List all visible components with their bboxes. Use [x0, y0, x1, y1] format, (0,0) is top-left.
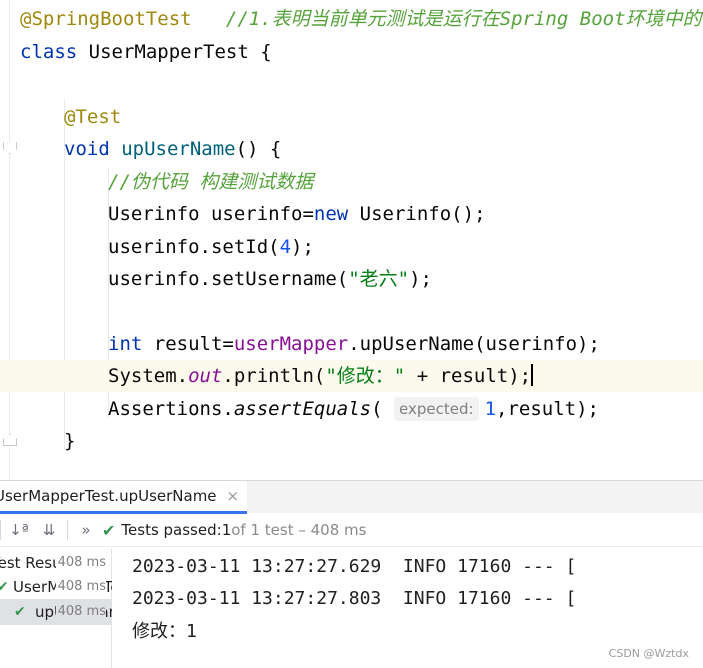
annotation-test: @Test	[64, 106, 122, 128]
check-icon: ✔	[0, 579, 9, 595]
code-text: userinfo.setUsername(	[108, 268, 349, 290]
close-icon[interactable]: ×	[227, 487, 240, 505]
code-editor[interactable]: @SpringBootTest //1.表明当前单元测试是运行在Spring B…	[0, 0, 703, 480]
brace: {	[248, 41, 272, 63]
code-line-7: Userinfo userinfo=new Userinfo();	[108, 199, 486, 229]
tree-item-time: 408 ms	[55, 550, 106, 576]
sort-alphabetically-icon[interactable]: ↓ª	[7, 518, 31, 542]
class-name: UserMapperTest	[88, 41, 249, 63]
tests-passed-count: 1	[221, 521, 232, 539]
code-text: () {	[235, 138, 282, 160]
code-line-14: }	[64, 426, 75, 456]
sort-by-duration-icon[interactable]: ⇊	[37, 518, 61, 542]
tree-row-test-results[interactable]: Test Results 408 ms	[0, 550, 112, 576]
toolbar-separator	[67, 520, 68, 540]
toolbar-separator	[0, 520, 1, 540]
editor-gutter	[9, 0, 10, 480]
annotation-springboottest: @SpringBootTest	[20, 8, 192, 30]
run-tab[interactable]: UserMapperTest.upUserName ×	[0, 481, 248, 514]
code-line-13: Assertions.assertEquals( expected: 1,resu…	[108, 394, 599, 424]
keyword: new	[313, 203, 349, 225]
comment: //1.表明当前单元测试是运行在Spring Boot环境中的	[225, 8, 702, 30]
code-line-6: //伪代码 构建测试数据	[108, 167, 313, 197]
run-tab-label: UserMapperTest.upUserName	[0, 487, 217, 505]
code-line-1: @SpringBootTest //1.表明当前单元测试是运行在Spring B…	[20, 4, 702, 34]
tree-item-time: 408 ms	[55, 599, 106, 625]
code-line-5: void upUserName() {	[64, 134, 281, 164]
code-line-2: class UserMapperTest {	[20, 37, 272, 67]
run-tool-window-header: UserMapperTest.upUserName ×	[0, 480, 703, 514]
tree-item-time: 408 ms	[55, 574, 106, 600]
code-text: + result);	[405, 365, 532, 387]
tree-row-upusername[interactable]: ✔ upUserName 408 ms	[0, 599, 112, 625]
number-literal: 4	[279, 236, 292, 258]
fold-open-icon[interactable]	[3, 142, 17, 154]
code-text: );	[291, 236, 314, 258]
code-line-12: System.out.println("修改：" + result);	[108, 361, 534, 391]
method-name: upUserName	[121, 138, 236, 160]
watermark: CSDN @Wztdx	[608, 647, 689, 660]
check-icon: ✔	[14, 604, 26, 620]
tests-passed-label: Tests passed:	[121, 521, 222, 539]
check-icon: ✔	[102, 520, 116, 540]
parameter-hint: expected:	[394, 397, 479, 421]
comment: //伪代码 构建测试数据	[108, 171, 314, 193]
code-text: ,result);	[496, 398, 599, 420]
code-line-4: @Test	[64, 102, 121, 132]
text-caret	[531, 364, 534, 386]
code-text: System.	[108, 365, 189, 387]
code-text: Userinfo();	[348, 203, 486, 225]
keyword: class	[20, 41, 78, 63]
tree-row-usermappertest[interactable]: ✔ UserMapperTest 408 ms	[0, 574, 112, 600]
number-literal: 1	[484, 398, 497, 420]
console-line: 修改：1	[132, 621, 197, 642]
code-line-11: int result=userMapper.upUserName(userinf…	[108, 329, 600, 359]
keyword: int	[108, 333, 143, 355]
code-text: userinfo.setId(	[108, 236, 280, 258]
code-text: (	[371, 398, 383, 420]
test-results-tree: Test Results 408 ms ✔ UserMapperTest 408…	[0, 548, 112, 668]
closing-brace: }	[64, 430, 76, 452]
static-field: out	[188, 365, 223, 387]
more-actions-icon[interactable]: »	[74, 518, 98, 542]
code-text: Assertions.	[108, 398, 234, 420]
code-text: .upUserName(userinfo);	[348, 333, 600, 355]
string-literal: "修改："	[325, 365, 406, 387]
code-text: Userinfo userinfo=	[108, 203, 314, 225]
code-text: .println(	[222, 365, 326, 387]
method-call: assertEquals	[233, 398, 372, 420]
code-line-9: userinfo.setUsername("老六");	[108, 264, 432, 294]
tests-summary: of 1 test – 408 ms	[231, 521, 367, 539]
code-text: );	[409, 268, 432, 290]
keyword: void	[64, 138, 110, 160]
console-line: 2023-03-11 13:27:27.803 INFO 17160 --- [	[132, 588, 577, 609]
fold-end-icon[interactable]	[3, 434, 17, 446]
string-literal: "老六"	[348, 268, 410, 290]
run-toolbar: ↓ª ⇊ » ✔ Tests passed: 1 of 1 test – 408…	[0, 514, 703, 547]
code-line-8: userinfo.setId(4);	[108, 232, 314, 262]
field-reference: userMapper	[233, 333, 349, 355]
code-text: result=	[142, 333, 234, 355]
console-line: 2023-03-11 13:27:27.629 INFO 17160 --- [	[132, 556, 577, 577]
